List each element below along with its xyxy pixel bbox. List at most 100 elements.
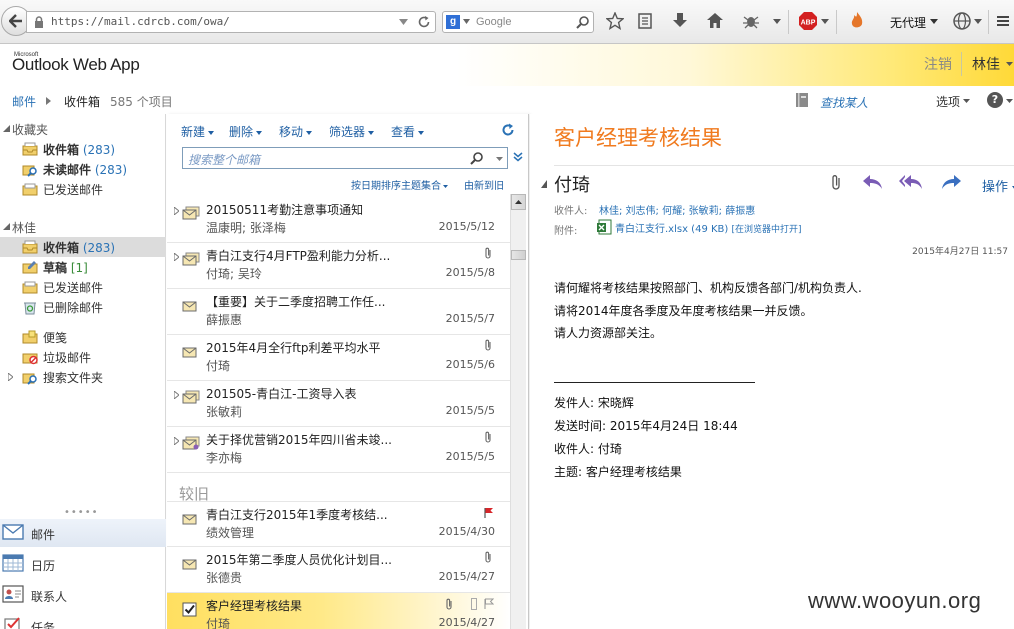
splitter-grip[interactable]: ••••• [64, 507, 99, 518]
expand-triangle-icon[interactable] [8, 373, 13, 381]
mailbox-search-input[interactable]: 搜索整个邮箱 [182, 147, 508, 169]
expand-search-chevron-icon[interactable] [513, 152, 523, 162]
search-options-chevron-icon[interactable] [496, 157, 503, 161]
message-row[interactable]: 2015年第二季度人员优化计划目... 张德贵 2015/4/27 [167, 547, 510, 593]
folder-sent[interactable]: 已发送邮件 [0, 277, 166, 297]
collapse-header-triangle-icon[interactable] [541, 180, 547, 188]
scroll-thumb[interactable] [511, 250, 526, 260]
favorite-inbox[interactable]: 收件箱 (283) [0, 139, 166, 159]
reply-icon[interactable] [862, 174, 884, 190]
url-history-chevron-icon[interactable] [399, 19, 408, 25]
folder-search[interactable]: 搜索文件夹 [0, 367, 166, 387]
proxy-switch-label[interactable]: 无代理 [890, 14, 926, 31]
collapse-triangle-icon[interactable] [3, 223, 10, 230]
search-icon[interactable] [576, 15, 590, 29]
message-row[interactable]: 2015年4月全行ftp利差平均水平 付琦 2015/5/6 [167, 335, 510, 381]
module-tasks[interactable]: 任务 [0, 612, 166, 629]
view-button[interactable]: 查看 [391, 123, 425, 140]
bug-chevron-icon[interactable] [773, 19, 781, 24]
module-calendar[interactable]: 日历 [0, 550, 166, 578]
item-count: 585 个项目 [110, 95, 173, 109]
new-button[interactable]: 新建 [181, 123, 215, 140]
expand-triangle-icon[interactable] [174, 391, 179, 399]
folder-deleted[interactable]: 已删除邮件 [0, 297, 166, 317]
message-row-selected[interactable]: 客户经理考核结果 付琦 2015/4/27 [167, 593, 510, 629]
message-row[interactable]: 青白江支行2015年1季度考核结... 绩效管理 2015/4/30 [167, 501, 510, 547]
help-icon[interactable]: ? [987, 92, 1003, 108]
reading-sender[interactable]: 付琦 [554, 171, 590, 197]
category-icon[interactable] [471, 598, 477, 610]
open-in-browser-link[interactable]: [在浏览器中打开] [732, 225, 802, 235]
filter-button[interactable]: 筛选器 [329, 123, 375, 140]
address-book-icon[interactable] [794, 92, 810, 108]
signout-link[interactable]: 注销 [924, 54, 952, 74]
message-row[interactable]: 20150511考勤注意事项通知 温康明; 张泽梅 2015/5/12 [167, 197, 510, 243]
reading-divider [554, 165, 1014, 166]
options-menu[interactable]: 选项 [936, 93, 960, 110]
expand-triangle-icon[interactable] [174, 253, 179, 261]
actions-menu[interactable]: 操作 [982, 176, 1014, 195]
adblock-chevron-icon[interactable] [821, 19, 829, 24]
browser-search[interactable]: g Google [442, 11, 594, 33]
folder-drafts[interactable]: 草稿 [1] [0, 257, 166, 277]
user-menu[interactable]: 林佳 [972, 54, 1000, 74]
reply-all-icon[interactable] [898, 174, 924, 190]
bug-icon[interactable] [742, 12, 760, 30]
folder-inbox[interactable]: 收件箱 (283) [0, 237, 166, 257]
message-row[interactable]: 【重要】关于二季度招聘工作任... 薛振惠 2015/5/7 [167, 289, 510, 335]
adblock-icon[interactable]: ABP [798, 11, 818, 31]
expand-triangle-icon[interactable] [174, 437, 179, 445]
help-chevron-icon[interactable] [1006, 99, 1013, 103]
find-someone-input[interactable]: 查找某人 [820, 94, 868, 111]
favorite-sent[interactable]: 已发送邮件 [0, 179, 166, 199]
globe-chevron-icon[interactable] [974, 19, 982, 24]
folder-notes[interactable]: 便笺 [0, 327, 166, 347]
folder-sent-label: 已发送邮件 [43, 281, 104, 295]
address-bar[interactable]: https://mail.cdrcb.com/owa/ [26, 11, 436, 33]
bookmark-star-icon[interactable] [606, 12, 624, 30]
folder-junk[interactable]: 垃圾邮件 [0, 347, 166, 367]
message-sender: 张德贵 [206, 571, 243, 585]
favorite-unread[interactable]: 未读邮件 (283) [0, 159, 166, 179]
folder-drafts-label: 草稿 [1] [43, 261, 88, 275]
reload-icon[interactable] [417, 15, 431, 29]
message-row[interactable]: 201505-青白江-工资导入表 张敏莉 2015/5/5 [167, 381, 510, 427]
options-chevron-icon[interactable] [963, 99, 970, 103]
favorites-header[interactable]: 收藏夹 [0, 119, 166, 139]
google-icon[interactable]: g [446, 15, 460, 29]
quoted-header-line: 发件人: 宋晓辉 [554, 396, 634, 410]
message-row[interactable]: 关于择优营销2015年四川省未竣... 李亦梅 2015/5/5 [167, 427, 510, 473]
forward-icon[interactable] [940, 174, 962, 190]
firebug-flame-icon[interactable] [848, 11, 866, 31]
mailbox-header[interactable]: 林佳 [0, 217, 166, 237]
message-row[interactable]: 青白江支行4月FTP盈利能力分析... 付琦; 吴玲 2015/5/8 [167, 243, 510, 289]
red-flag-icon[interactable] [484, 507, 494, 518]
sort-by-button[interactable]: 按日期排序主题集合 [351, 177, 448, 192]
download-icon[interactable] [672, 12, 688, 30]
home-icon[interactable] [706, 12, 724, 30]
user-menu-chevron-icon[interactable] [1006, 62, 1013, 66]
delete-button[interactable]: 删除 [229, 123, 263, 140]
list-scrollbar[interactable] [510, 194, 526, 629]
collapse-triangle-icon[interactable] [3, 125, 10, 132]
bookmarks-list-icon[interactable] [637, 12, 653, 30]
search-icon[interactable] [470, 151, 484, 165]
menu-icon[interactable] [996, 14, 1010, 28]
breadcrumb-mail-link[interactable]: 邮件 [12, 93, 36, 110]
sort-order-button[interactable]: 由新到旧 [464, 177, 504, 192]
module-contacts-label: 联系人 [31, 590, 68, 604]
attachment-link[interactable]: 青白江支行.xlsx (49 KB) [在浏览器中打开] [615, 220, 802, 235]
globe-icon[interactable] [952, 11, 972, 31]
scroll-up-button[interactable] [511, 194, 526, 210]
proxy-chevron-icon[interactable] [930, 19, 938, 24]
message-subject: 关于择优营销2015年四川省未竣... [206, 433, 392, 447]
checkbox-checked-icon[interactable] [182, 602, 198, 618]
module-mail[interactable]: 邮件 [0, 519, 166, 547]
flag-outline-icon[interactable] [484, 598, 494, 609]
move-button[interactable]: 移动 [279, 123, 313, 140]
refresh-icon[interactable] [501, 123, 515, 137]
engine-chevron-icon[interactable] [463, 19, 470, 24]
expand-triangle-icon[interactable] [174, 207, 179, 215]
module-contacts[interactable]: 联系人 [0, 581, 166, 609]
recipients-list[interactable]: 林佳; 刘志伟; 何耀; 张敏莉; 薛振惠 [599, 202, 755, 217]
